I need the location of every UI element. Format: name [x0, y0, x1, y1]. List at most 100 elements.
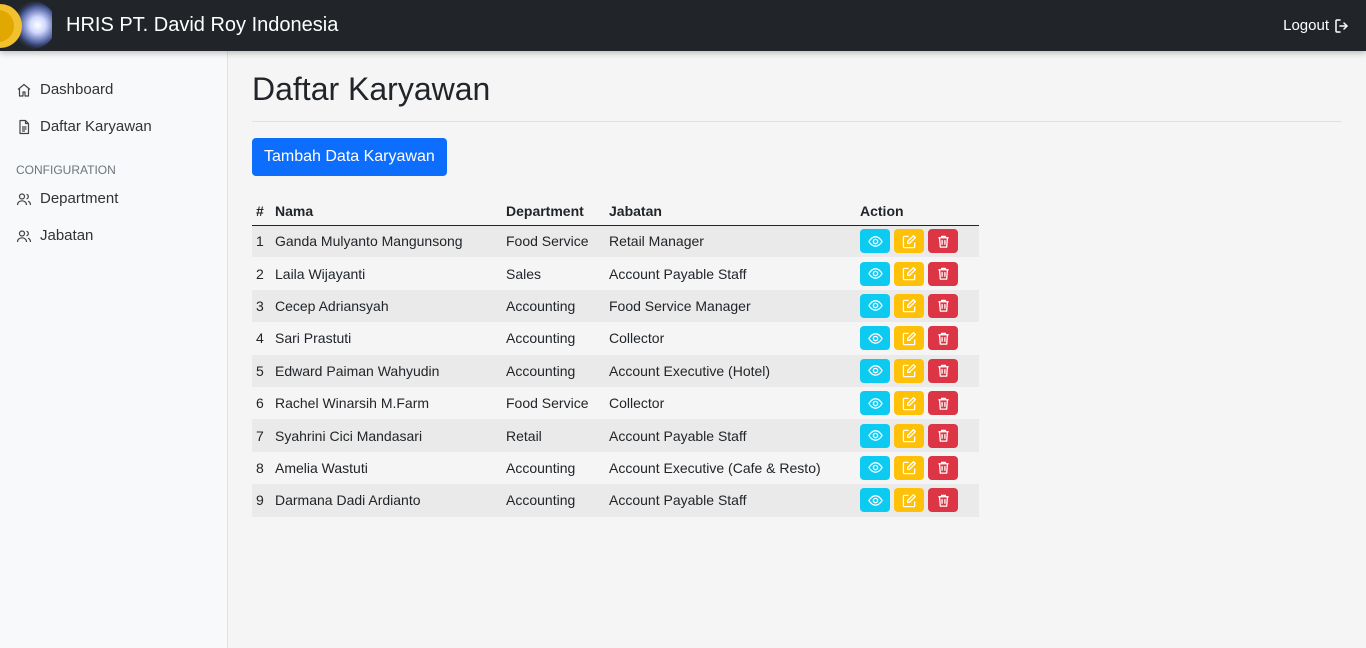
- people-icon: [16, 192, 32, 205]
- trash-icon: [937, 300, 949, 313]
- sidebar-heading-configuration: CONFIGURATION: [16, 163, 116, 177]
- sidebar-item-jabatan[interactable]: Jabatan: [0, 217, 227, 254]
- edit-button[interactable]: [894, 391, 924, 416]
- cell-nama: Sari Prastuti: [271, 322, 502, 355]
- page-title: Daftar Karyawan: [252, 71, 491, 107]
- delete-button[interactable]: [928, 261, 958, 286]
- table-row: 5 Edward Paiman Wahyudin Accounting Acco…: [252, 354, 979, 387]
- cell-nama: Amelia Wastuti: [271, 451, 502, 485]
- table-row: 8 Amelia Wastuti Accounting Account Exec…: [252, 451, 979, 485]
- edit-button[interactable]: [894, 229, 924, 254]
- cell-actions: [856, 225, 979, 258]
- edit-button[interactable]: [894, 326, 924, 351]
- view-button[interactable]: [860, 293, 890, 318]
- cell-department: Accounting: [502, 484, 605, 517]
- eye-icon: [867, 430, 883, 441]
- cell-nama: Edward Paiman Wahyudin: [271, 354, 502, 387]
- sidebar-item-daftar-karyawan[interactable]: Daftar Karyawan: [0, 108, 227, 145]
- view-button[interactable]: [860, 391, 890, 416]
- table-header-row: # Nama Department Jabatan Action: [252, 198, 979, 226]
- eye-icon: [867, 494, 883, 506]
- view-button[interactable]: [860, 455, 890, 480]
- sidebar-item-department[interactable]: Department: [0, 180, 227, 217]
- cell-jabatan: Collector: [605, 322, 856, 355]
- delete-button[interactable]: [928, 391, 958, 416]
- cell-jabatan: Retail Manager: [605, 225, 856, 258]
- row-action-group: [860, 455, 975, 480]
- delete-button[interactable]: [928, 293, 958, 318]
- edit-button[interactable]: [894, 358, 924, 383]
- view-button[interactable]: [860, 423, 890, 448]
- edit-button[interactable]: [894, 455, 924, 480]
- pencil-square-icon: [902, 267, 916, 281]
- sidebar-item-dashboard[interactable]: Dashboard: [0, 71, 227, 108]
- row-action-group: [860, 488, 975, 513]
- row-action-group: [860, 229, 975, 254]
- table-row: 2 Laila Wijayanti Sales Account Payable …: [252, 257, 979, 290]
- trash-icon: [937, 364, 949, 378]
- delete-button[interactable]: [928, 423, 958, 448]
- cell-actions: [856, 289, 979, 323]
- cell-department: Sales: [502, 257, 605, 290]
- cell-number: 5: [252, 354, 271, 387]
- table-row: 6 Rachel Winarsih M.Farm Food Service Co…: [252, 386, 979, 420]
- row-action-group: [860, 261, 975, 286]
- pencil-square-icon: [902, 493, 916, 508]
- column-header-number: #: [252, 198, 271, 226]
- view-button[interactable]: [860, 261, 890, 286]
- cell-number: 8: [252, 451, 271, 485]
- table-row: 3 Cecep Adriansyah Accounting Food Servi…: [252, 289, 979, 323]
- view-button[interactable]: [860, 229, 890, 254]
- delete-button[interactable]: [928, 488, 958, 513]
- table-body: 1 Ganda Mulyanto Mangunsong Food Service…: [252, 225, 979, 517]
- company-logo[interactable]: [0, 0, 52, 51]
- sidebar: Dashboard Daftar Karyawan CONFIGURATION …: [0, 51, 228, 648]
- house-icon: [17, 83, 31, 97]
- pencil-square-icon: [902, 234, 916, 249]
- view-button[interactable]: [860, 326, 890, 351]
- cell-nama: Ganda Mulyanto Mangunsong: [271, 225, 502, 258]
- edit-button[interactable]: [894, 261, 924, 286]
- cell-actions: [856, 386, 979, 420]
- eye-icon: [867, 462, 883, 474]
- cell-actions: [856, 419, 979, 452]
- main-content: Daftar Karyawan Tambah Data Karyawan # N…: [228, 51, 1366, 648]
- trash-icon: [937, 235, 949, 248]
- view-button[interactable]: [860, 488, 890, 513]
- row-action-group: [860, 423, 975, 448]
- top-navbar: HRIS PT. David Roy Indonesia Logout: [0, 0, 1366, 51]
- cell-actions: [856, 484, 979, 517]
- cell-number: 4: [252, 322, 271, 355]
- edit-button[interactable]: [894, 423, 924, 448]
- column-header-department: Department: [502, 198, 605, 226]
- eye-icon: [867, 397, 883, 409]
- delete-button[interactable]: [928, 326, 958, 351]
- file-text-icon: [19, 119, 30, 134]
- eye-icon: [867, 365, 883, 377]
- cell-number: 1: [252, 225, 271, 258]
- cell-number: 2: [252, 257, 271, 290]
- cell-number: 6: [252, 386, 271, 420]
- cell-actions: [856, 257, 979, 290]
- row-action-group: [860, 326, 975, 351]
- cell-actions: [856, 354, 979, 387]
- cell-nama: Laila Wijayanti: [271, 257, 502, 290]
- column-header-action: Action: [856, 198, 979, 226]
- employee-table: # Nama Department Jabatan Action 1 Ganda…: [252, 198, 979, 517]
- cell-nama: Darmana Dadi Ardianto: [271, 484, 502, 517]
- app-brand-title[interactable]: HRIS PT. David Roy Indonesia: [66, 0, 338, 51]
- pencil-square-icon: [902, 429, 916, 443]
- add-employee-button[interactable]: Tambah Data Karyawan: [252, 138, 447, 176]
- edit-button[interactable]: [894, 293, 924, 318]
- sidebar-item-label: Jabatan: [40, 227, 94, 244]
- eye-icon: [867, 268, 883, 279]
- delete-button[interactable]: [928, 455, 958, 480]
- edit-button[interactable]: [894, 488, 924, 513]
- view-button[interactable]: [860, 358, 890, 383]
- logout-button[interactable]: Logout: [1283, 0, 1350, 51]
- delete-button[interactable]: [928, 358, 958, 383]
- trash-icon: [937, 267, 949, 280]
- delete-button[interactable]: [928, 229, 958, 254]
- cell-jabatan: Account Executive (Cafe & Resto): [605, 451, 856, 485]
- eye-icon: [867, 236, 883, 247]
